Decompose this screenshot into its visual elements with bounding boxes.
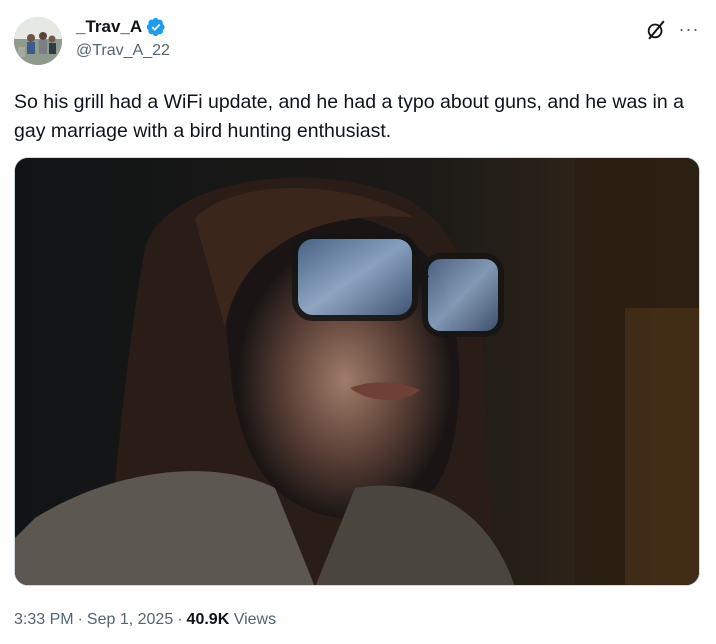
author-avatar[interactable] (14, 17, 62, 65)
avatar-photo (14, 17, 62, 65)
author-name-row: _Trav_A (76, 16, 166, 38)
media-photo (15, 158, 699, 585)
more-options-icon[interactable]: ··· (676, 17, 702, 41)
meta-separator: · (177, 611, 183, 628)
tweet-date[interactable]: Sep 1, 2025 (87, 611, 173, 628)
grok-icon[interactable] (644, 18, 668, 42)
author-display-name[interactable]: _Trav_A (76, 16, 142, 38)
meta-separator: · (77, 611, 83, 628)
tweet-text: So his grill had a WiFi update, and he h… (14, 91, 684, 142)
author-handle[interactable]: @Trav_A_22 (76, 41, 170, 61)
tweet-media-image[interactable] (14, 157, 700, 586)
verified-badge-icon[interactable] (146, 17, 166, 37)
views-label: Views (233, 611, 277, 628)
tweet-card: _Trav_A @Trav_A_22 ··· So his grill had … (0, 0, 716, 644)
tweet-meta: 3:33 PM · Sep 1, 2025 · 40.9K Views (14, 609, 276, 631)
views-count[interactable]: 40.9K (187, 611, 230, 628)
tweet-time[interactable]: 3:33 PM (14, 611, 74, 628)
